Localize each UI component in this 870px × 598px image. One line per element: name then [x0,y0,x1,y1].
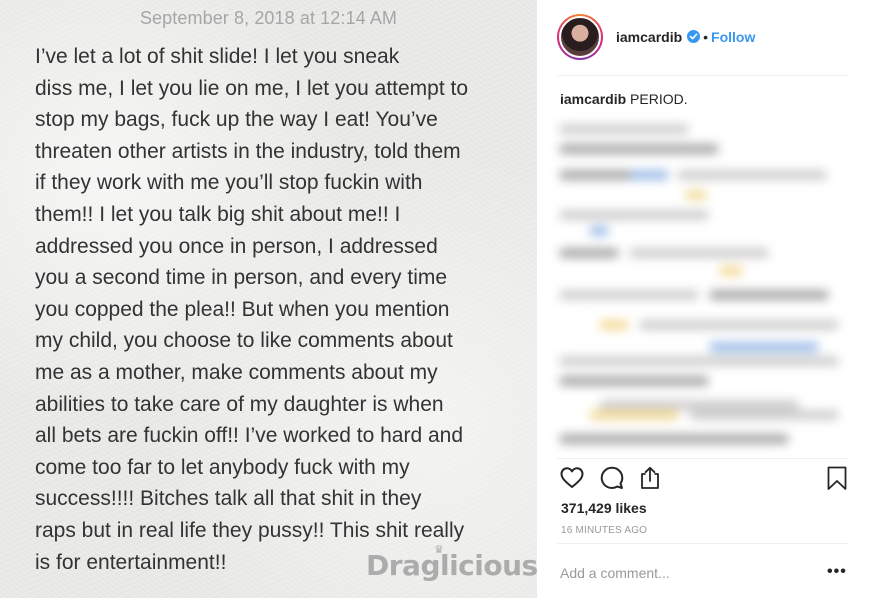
blurred-comments [559,118,859,458]
comment-icon[interactable] [599,465,625,491]
heart-icon[interactable] [559,465,585,491]
comment-input[interactable] [560,563,800,583]
note-body: I’ve let a lot of shit slide! I let you … [35,41,515,578]
caption: iamcardib PERIOD. [560,91,688,107]
post-header: iamcardib • Follow [537,0,870,76]
note-line: you a second time in person, and every t… [35,266,448,290]
watermark-logo: Draglicious ♛ [366,543,537,582]
note-line: if they work with me you’ll stop fuckin … [35,171,423,195]
note-line: addressed you once in person, I addresse… [35,234,438,258]
note-line: my child, you choose to like comments ab… [35,329,453,353]
more-options-button[interactable]: ••• [827,563,847,581]
note-line: them!! I let you talk big shit about me!… [35,202,401,226]
bookmark-icon[interactable] [824,465,850,491]
note-line: I’ve let a lot of shit slide! I let you … [35,45,400,68]
divider [557,458,848,459]
note-line: success!!!! Bitches talk all that shit i… [35,487,422,511]
post-timestamp[interactable]: 16 MINUTES AGO [561,525,647,536]
note-line: threaten other artists in the industry, … [35,139,461,163]
note-line: me as a mother, make comments about my [35,360,438,384]
note-line: all bets are fuckin off!! I’ve worked to… [35,424,464,448]
verified-badge-icon [687,30,701,43]
note-line: abilities to take care of my daughter is… [35,392,444,416]
share-icon[interactable] [637,465,663,491]
separator-dot: • [703,29,709,45]
username-link[interactable]: iamcardib [616,29,682,45]
follow-button[interactable]: Follow [711,29,755,45]
note-line: diss me, I let you lie on me, I let you … [35,76,469,100]
divider [557,543,848,544]
crown-icon: ♛ [434,543,444,556]
watermark-text: Draglicious [366,549,537,582]
note-line: stop my bags, fuck up the way I eat! You… [35,108,438,132]
note-line: come too far to let anybody fuck with my [35,455,410,479]
likes-count[interactable]: 371,429 likes [561,500,647,516]
note-line: you copped the plea!! But when you menti… [35,297,450,321]
note-line: raps but in real life they pussy!! This … [35,518,465,542]
post-image[interactable]: September 8, 2018 at 12:14 AM I’ve let a… [0,0,537,598]
avatar[interactable] [559,16,601,58]
caption-text: PERIOD. [630,91,688,107]
post-side-panel: iamcardib • Follow iamcardib PERIOD. 371… [537,0,870,598]
username-line: iamcardib • Follow [616,29,755,45]
action-bar [557,462,850,494]
note-date: September 8, 2018 at 12:14 AM [139,8,398,28]
caption-username-link[interactable]: iamcardib [560,91,626,107]
avatar-story-ring[interactable] [557,14,603,60]
divider [557,75,848,76]
